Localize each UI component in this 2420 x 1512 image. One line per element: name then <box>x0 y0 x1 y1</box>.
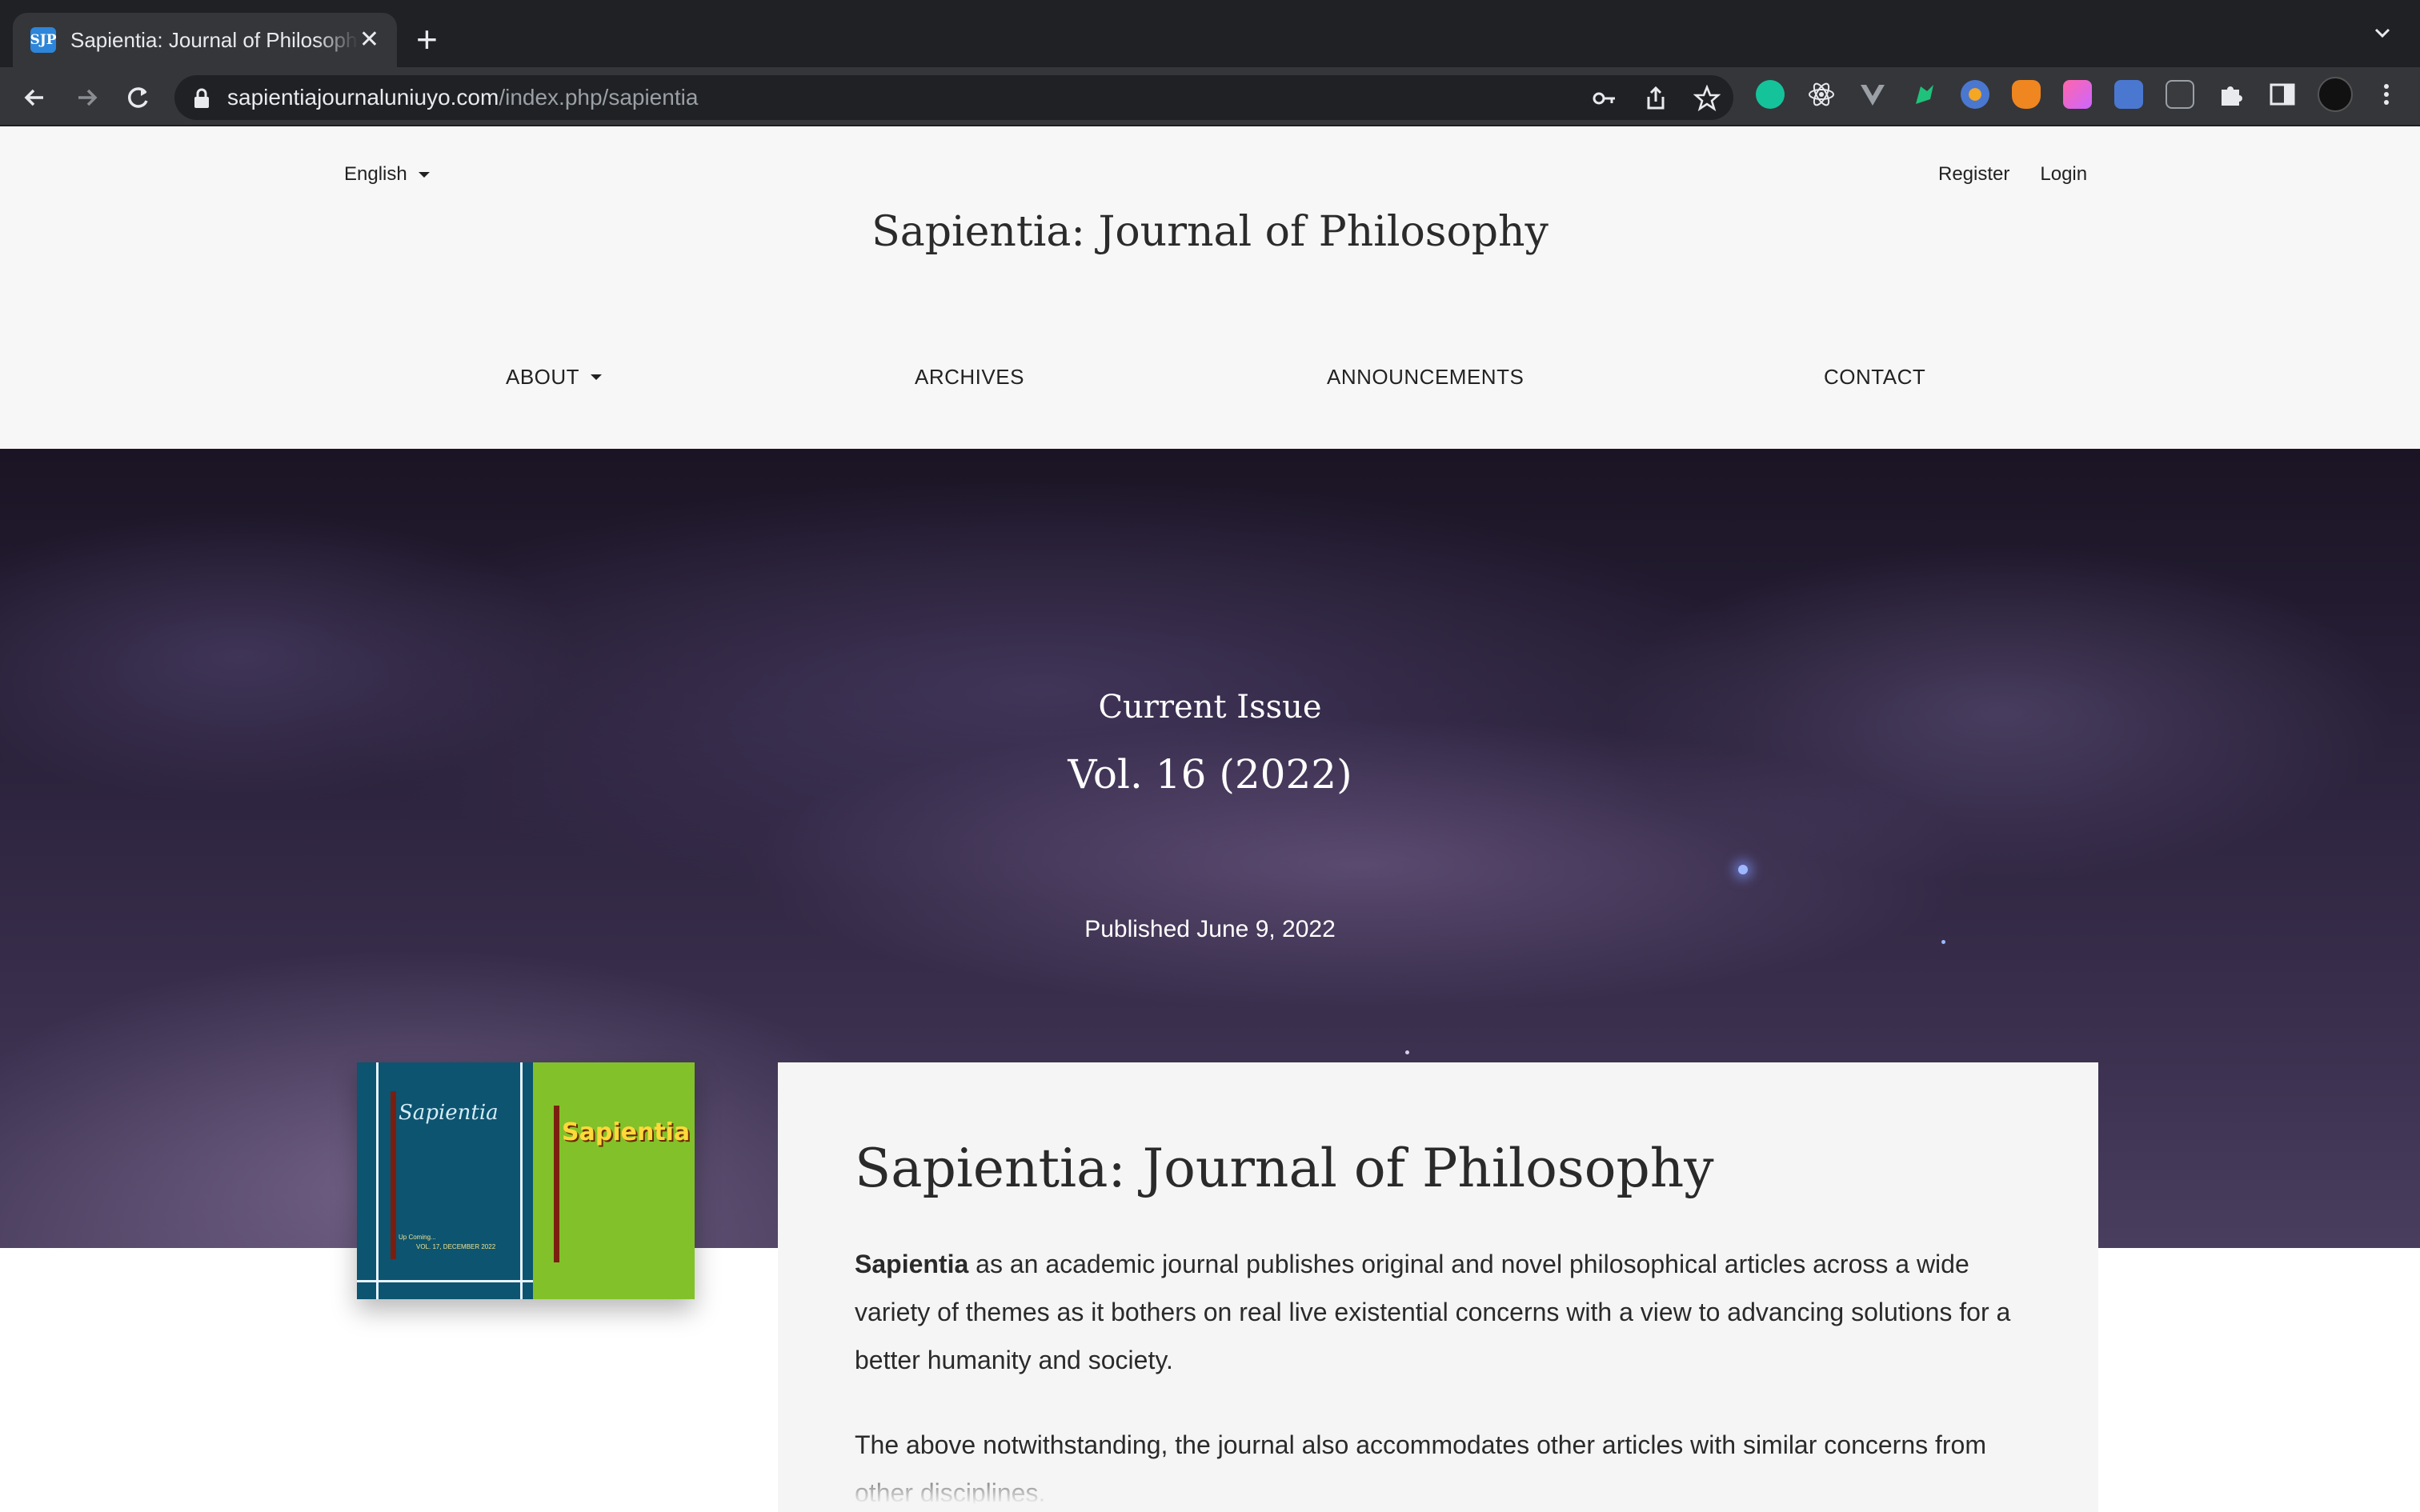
nav-contact-label: CONTACT <box>1824 365 1926 389</box>
cover-frame-line <box>520 1062 523 1299</box>
nav-item-contact[interactable]: CONTACT <box>1824 365 1925 390</box>
translate-icon[interactable] <box>2114 80 2143 109</box>
nav-item-archives[interactable]: ARCHIVES <box>915 365 1024 390</box>
nav-item-about[interactable]: ABOUT <box>506 365 603 390</box>
metamask-icon[interactable] <box>2012 80 2041 109</box>
url-path: /index.php/sapientia <box>499 85 699 110</box>
react-devtools-icon[interactable] <box>1807 80 1836 109</box>
cover-staff-graphic <box>391 1091 396 1259</box>
back-arrow-icon[interactable] <box>19 82 51 114</box>
journal-title-heading: Sapientia: Journal of Philosophy <box>855 1138 1714 1199</box>
user-links: Register Login <box>1938 163 2087 186</box>
lock-icon[interactable] <box>192 88 211 109</box>
tab-search-chevron-icon[interactable] <box>2369 19 2396 46</box>
new-tab-button[interactable]: + <box>416 21 438 58</box>
login-link[interactable]: Login <box>2040 163 2087 186</box>
language-selector[interactable]: English <box>344 163 430 186</box>
cover-staff-graphic <box>554 1106 559 1262</box>
current-issue-label: Current Issue <box>1098 689 1322 726</box>
nav-item-announcements[interactable]: ANNOUNCEMENTS <box>1327 365 1524 390</box>
vue-devtools-icon[interactable] <box>1858 80 1887 109</box>
cover-title-back: Sapientia <box>399 1101 499 1125</box>
site-header: English Register Login Sapientia: Journa… <box>0 128 2420 449</box>
chrome-menu-icon[interactable] <box>2372 80 2401 109</box>
cover-back-panel <box>357 1062 533 1299</box>
intro-rest: as an academic journal publishes origina… <box>855 1250 2011 1374</box>
nav-about-label: ABOUT <box>506 365 580 389</box>
grammarly-icon[interactable] <box>1756 80 1785 109</box>
color-picker-icon[interactable] <box>2063 80 2092 109</box>
share-icon[interactable] <box>1642 85 1669 112</box>
nav-archives-label: ARCHIVES <box>915 365 1024 389</box>
issue-cover-image[interactable]: Sapientia Sapientia Up Coming... VOL. 17… <box>357 1062 695 1299</box>
cover-frame-line <box>376 1062 379 1299</box>
close-tab-icon[interactable]: ✕ <box>359 28 379 52</box>
site-title[interactable]: Sapientia: Journal of Philosophy <box>0 208 2420 256</box>
extension-icon[interactable] <box>1909 80 1938 109</box>
key-icon[interactable] <box>1591 85 1618 112</box>
browser-toolbar: sapientiajournaluniuyo.com/index.php/sap… <box>0 67 2420 126</box>
site-favicon-icon: SJP <box>30 27 57 53</box>
reload-icon[interactable] <box>122 82 154 114</box>
cover-volume-note: VOL. 17, DECEMBER 2022 <box>416 1243 496 1250</box>
url-text[interactable]: sapientiajournaluniuyo.com/index.php/sap… <box>227 85 698 110</box>
journal-description-card: Sapientia: Journal of Philosophy Sapient… <box>778 1062 2098 1512</box>
tab-title: Sapientia: Journal of Philosophy <box>70 27 359 52</box>
extension-icon[interactable] <box>1961 80 1989 109</box>
published-date: Published June 9, 2022 <box>1084 916 1336 942</box>
browser-tab-active[interactable]: SJP Sapientia: Journal of Philosophy ✕ <box>13 13 397 67</box>
cover-upcoming-note: Up Coming... <box>399 1234 436 1241</box>
star-decoration <box>1738 865 1748 874</box>
extension-icon[interactable] <box>2166 80 2194 109</box>
cover-frame-line <box>357 1280 533 1282</box>
issue-volume-title[interactable]: Vol. 16 (2022) <box>0 751 2420 798</box>
register-link[interactable]: Register <box>1938 163 2009 186</box>
profile-avatar[interactable] <box>2318 77 2353 112</box>
bookmark-star-icon[interactable] <box>1693 85 1721 112</box>
chevron-down-icon <box>591 374 603 380</box>
url-host: sapientiajournaluniuyo.com <box>227 85 499 110</box>
browser-tabstrip: SJP Sapientia: Journal of Philosophy ✕ + <box>0 0 2420 67</box>
language-label: English <box>344 163 407 185</box>
forward-arrow-icon[interactable] <box>70 82 102 114</box>
fade-overlay <box>778 1462 2098 1512</box>
intro-bold: Sapientia <box>855 1250 969 1278</box>
nav-announcements-label: ANNOUNCEMENTS <box>1327 365 1525 389</box>
address-bar[interactable]: sapientiajournaluniuyo.com/index.php/sap… <box>174 75 1733 120</box>
side-panel-icon[interactable] <box>2268 80 2297 109</box>
cover-title-front: Sapientia <box>562 1118 691 1146</box>
journal-intro-paragraph: Sapientia as an academic journal publish… <box>855 1240 2023 1384</box>
chevron-down-icon <box>418 171 430 178</box>
star-decoration <box>1405 1050 1409 1054</box>
extensions-puzzle-icon[interactable] <box>2217 80 2246 109</box>
